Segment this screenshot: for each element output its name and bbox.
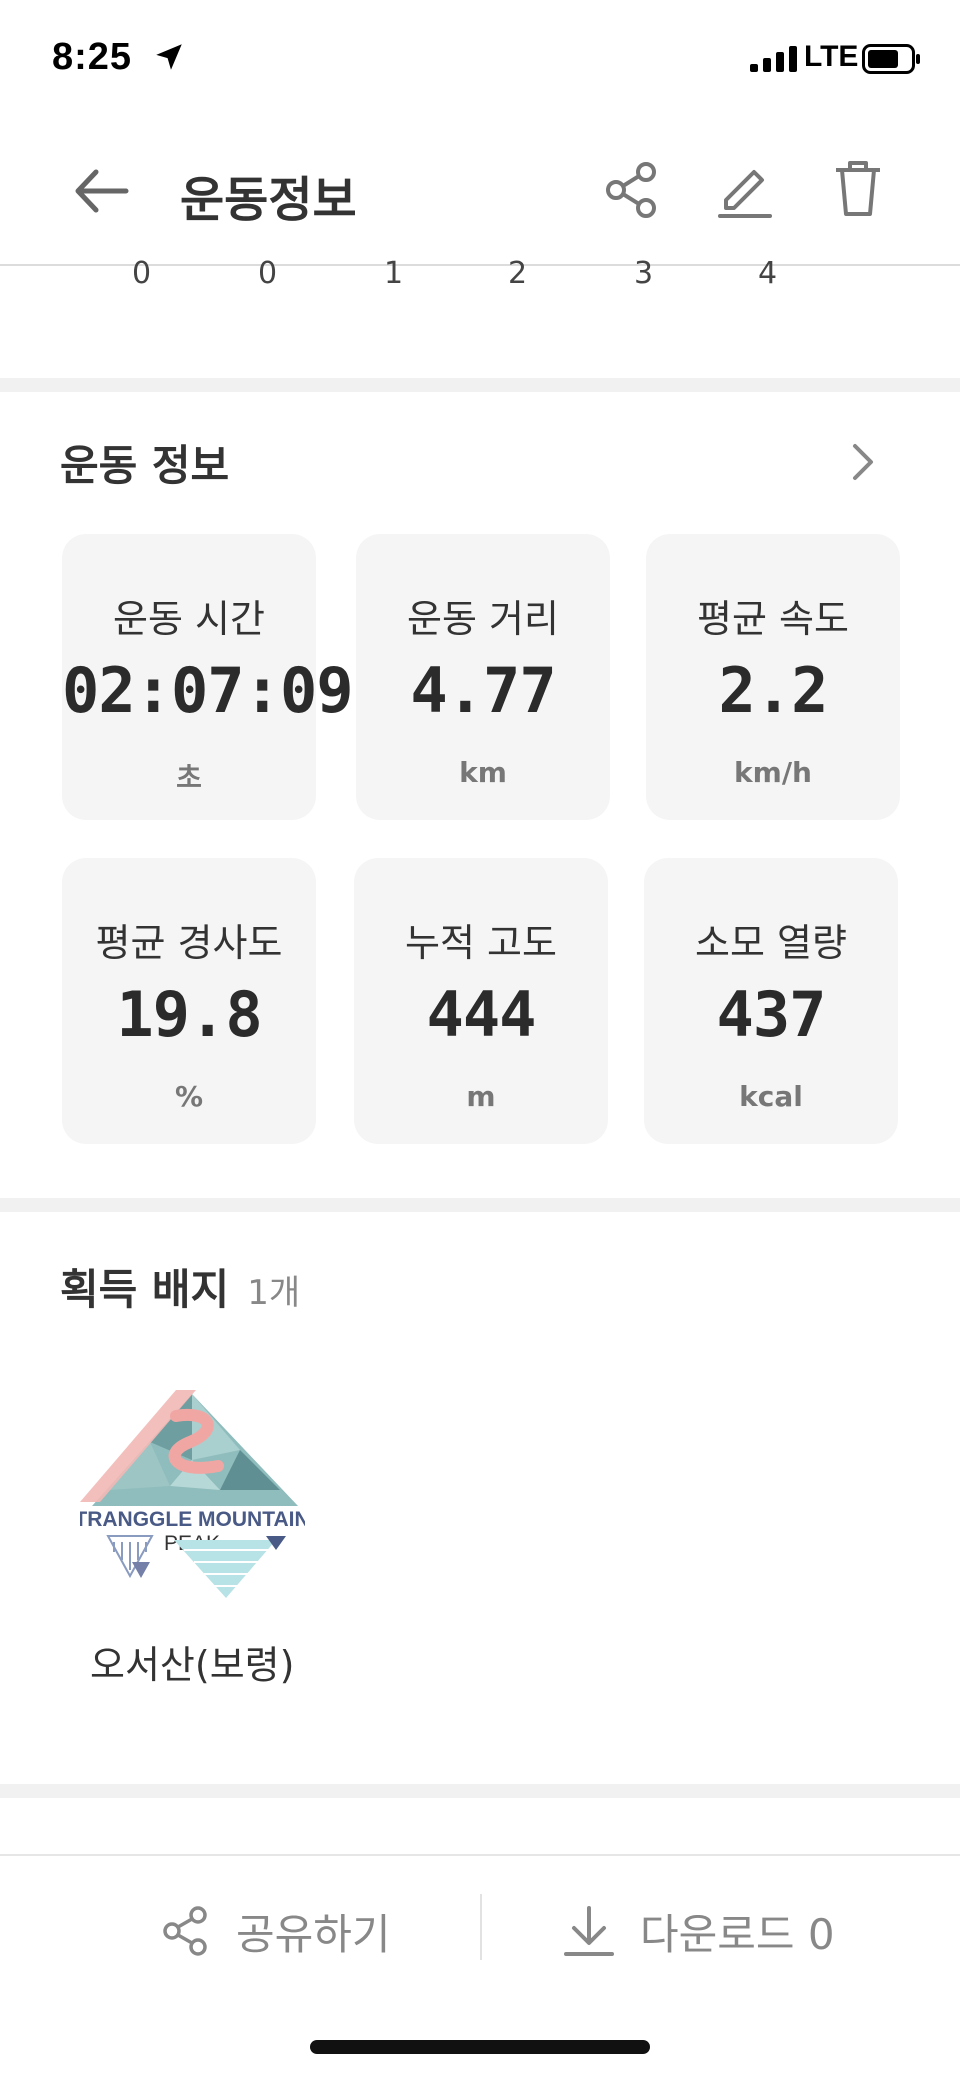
stat-label: 평균 속도 [697, 597, 849, 641]
tick-label: 1 [384, 256, 404, 291]
stat-value: 4.77 [410, 654, 556, 727]
stat-label: 평균 경사도 [95, 921, 283, 965]
stat-card-avg-speed: 평균 속도 2.2 km/h [646, 534, 900, 820]
stat-value: 437 [716, 978, 827, 1051]
app-header: 운동정보 [0, 120, 960, 266]
tick-label: 3 [634, 256, 654, 291]
location-arrow-icon [156, 44, 182, 70]
bottom-action-bar: 공유하기 다운로드 0 [0, 1854, 960, 2079]
badges-count: 1개 [247, 1273, 301, 1313]
stat-value: 02:07:09 [62, 654, 354, 727]
tick-label: 0 [258, 256, 278, 291]
badge-logo-line1: TRANGGLE MOUNTAIN [80, 1508, 305, 1531]
section-divider [0, 1784, 960, 1798]
x-axis-ticks: 0 0 1 2 3 4 [0, 256, 960, 296]
stat-unit: m [466, 1080, 496, 1113]
stat-label: 운동 시간 [113, 597, 265, 641]
page-title: 운동정보 [180, 172, 357, 228]
chevron-right-icon[interactable] [845, 438, 881, 486]
workout-info-title: 운동 정보 [60, 441, 230, 490]
share-icon[interactable] [600, 158, 664, 222]
stat-card-distance: 운동 거리 4.77 km [356, 534, 610, 820]
stat-unit: km/h [734, 756, 812, 789]
cell-signal-icon [750, 46, 797, 72]
stat-unit: kcal [739, 1080, 803, 1113]
stat-label: 누적 고도 [405, 921, 557, 965]
tick-label: 2 [508, 256, 528, 291]
trash-icon[interactable] [826, 156, 890, 220]
badge-name: 오서산(보령) [90, 1643, 295, 1687]
stat-label: 소모 열량 [695, 921, 847, 965]
share-button-label: 공유하기 [236, 1909, 391, 1959]
stat-unit: km [459, 756, 507, 789]
share-button[interactable]: 공유하기 [160, 1896, 391, 1966]
tick-label: 0 [132, 256, 152, 291]
stat-unit: % [174, 1080, 204, 1113]
stat-card-calories: 소모 열량 437 kcal [644, 858, 898, 1144]
mountain-badge-icon[interactable]: TRANGGLE MOUNTAIN PEAK [80, 1390, 305, 1600]
home-indicator[interactable] [310, 2040, 650, 2054]
status-bar: 8:25 LTE [0, 0, 960, 120]
stat-value: 19.8 [116, 978, 262, 1051]
stat-value: 444 [426, 978, 537, 1051]
network-type: LTE [804, 40, 859, 73]
download-icon [564, 1906, 614, 1956]
section-divider [0, 378, 960, 392]
edit-pencil-icon[interactable] [712, 156, 776, 220]
chart-axis-remnant: 0 0 1 2 3 4 [0, 256, 960, 376]
bar-separator [480, 1894, 482, 1960]
stat-card-avg-slope: 평균 경사도 19.8 % [62, 858, 316, 1144]
stat-value: 2.2 [718, 654, 829, 727]
stat-card-elevation-gain: 누적 고도 444 m [354, 858, 608, 1144]
badges-title: 획득 배지 1개 [60, 1256, 300, 1317]
section-divider [0, 1198, 960, 1212]
badges-title-text: 획득 배지 [60, 1265, 230, 1314]
download-button[interactable]: 다운로드 0 [560, 1896, 835, 1966]
stat-unit: 초 [176, 761, 202, 794]
battery-icon [862, 44, 920, 74]
stat-label: 운동 거리 [407, 597, 559, 641]
stat-card-duration: 운동 시간 02:07:09 초 [62, 534, 354, 820]
share-icon [163, 1906, 207, 1956]
download-button-label: 다운로드 0 [640, 1909, 835, 1959]
tick-label: 4 [758, 256, 778, 291]
status-time: 8:25 [52, 36, 133, 78]
back-arrow-icon[interactable] [70, 160, 132, 222]
